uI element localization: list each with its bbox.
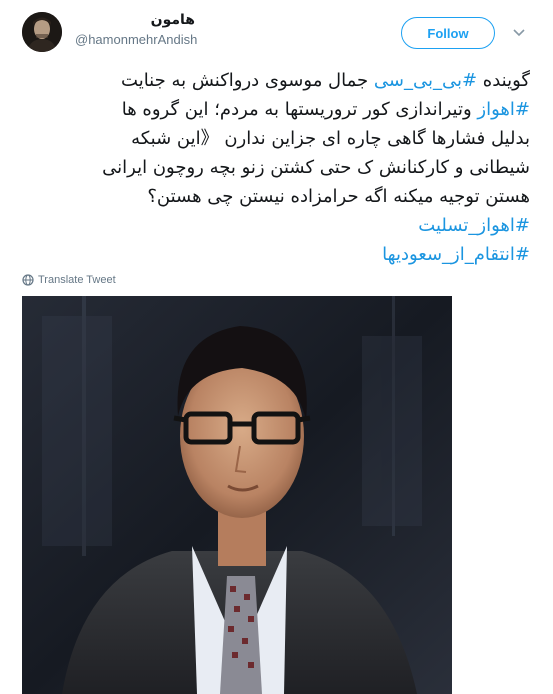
globe-icon: [22, 274, 34, 286]
tweet-text-segment: وتیراندازی کور تروریستها به مردم؛ این گر…: [121, 99, 478, 120]
hashtag-link[interactable]: #اهواز_تسلیت: [20, 211, 530, 240]
display-name[interactable]: هامون: [75, 12, 195, 30]
hashtag-link[interactable]: #بی_بی_سی: [374, 70, 477, 91]
tweet-header: هامون @hamonmehrAndish Follow: [0, 0, 553, 62]
tweet-line-1: گوینده #بی_بی_سی جمال موسوی درواکنش به ج…: [20, 66, 530, 95]
translate-label: Translate Tweet: [38, 274, 116, 286]
tweet-text-segment: جمال موسوی درواکنش به جنایت: [121, 70, 374, 91]
tweet-text: گوینده #بی_بی_سی جمال موسوی درواکنش به ج…: [20, 66, 530, 269]
user-handle[interactable]: @hamonmehrAndish: [75, 32, 197, 47]
news-anchor-photo: [22, 296, 452, 694]
tweet-line-2: #اهواز وتیراندازی کور تروریستها به مردم؛…: [20, 95, 530, 124]
user-avatar[interactable]: [22, 12, 62, 52]
tweet-line-4: شیطانی و کارکنانش ک حتی کشتن زنو بچه روچ…: [102, 157, 530, 178]
hashtag-link[interactable]: #انتقام_از_سعودیها: [20, 240, 530, 269]
tweet-text-segment: گوینده: [477, 70, 530, 91]
chevron-down-icon[interactable]: [509, 24, 529, 42]
tweet-photo[interactable]: [22, 296, 452, 694]
translate-tweet-link[interactable]: Translate Tweet: [22, 272, 116, 288]
hashtag-link[interactable]: #اهواز: [477, 99, 530, 120]
tweet-line-3: بدلیل فشارها گاهی چاره ای جزاین ندارن 《ا…: [131, 128, 530, 149]
tweet-line-5: هستن توجیه میکنه اگه حرامزاده نیستن چی ه…: [147, 186, 530, 207]
avatar-portrait-icon: [22, 12, 62, 52]
follow-button[interactable]: Follow: [401, 17, 495, 49]
